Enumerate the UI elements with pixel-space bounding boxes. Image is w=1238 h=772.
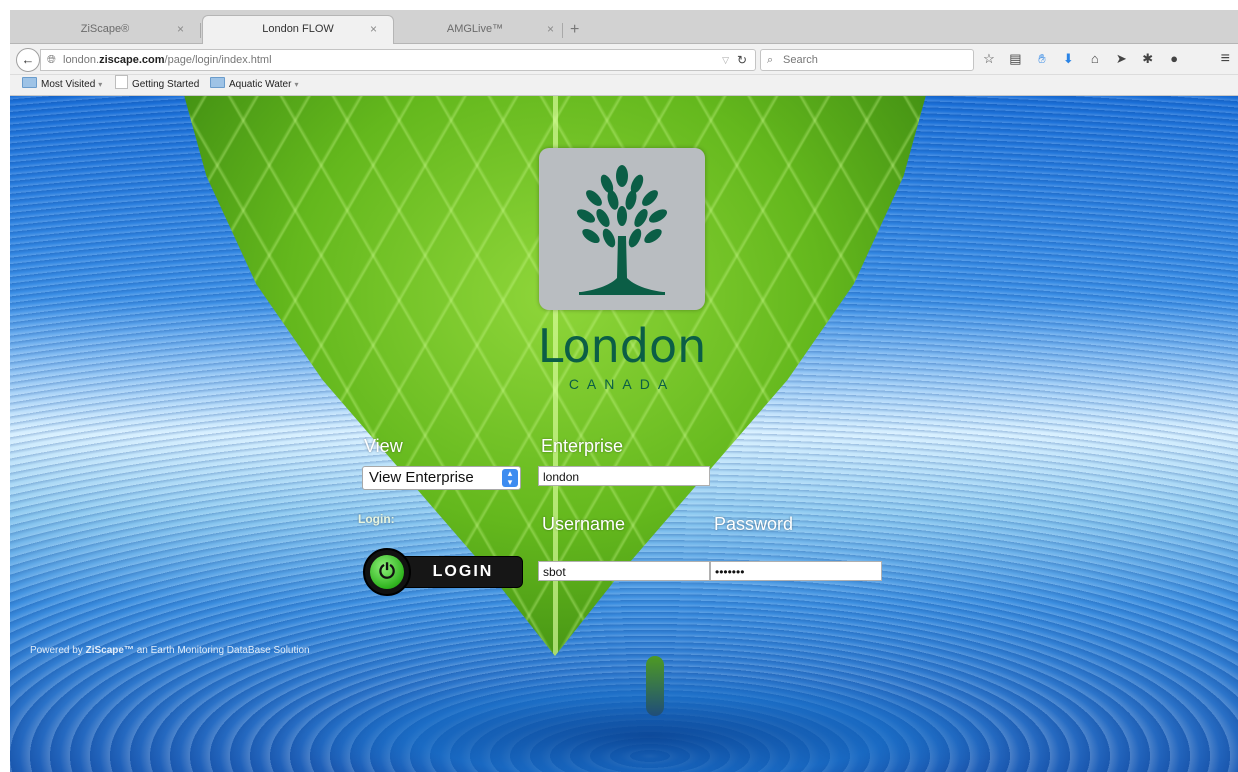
city-name: London xyxy=(537,319,707,373)
close-icon[interactable]: × xyxy=(547,16,554,43)
bookmark-getting-started[interactable]: Getting Started xyxy=(115,75,199,95)
back-button[interactable]: ← xyxy=(16,48,40,72)
power-icon-ring: ⏻︎ xyxy=(363,548,411,596)
reading-list-icon[interactable]: ▤ xyxy=(1004,49,1026,69)
history-dropdown-icon[interactable]: ▽ xyxy=(722,50,729,70)
chevron-down-icon: ▾ xyxy=(98,80,103,89)
tab-strip: ZiScape® × London FLOW × AMGLive™ × + xyxy=(10,10,1238,45)
bookmark-star-icon[interactable]: ☆ xyxy=(978,49,1000,69)
tree-icon xyxy=(576,165,668,295)
url-text: london.ziscape.com/page/login/index.html xyxy=(63,54,272,66)
hand-icon[interactable]: ✋︎ xyxy=(1031,49,1053,69)
close-icon[interactable]: × xyxy=(177,16,184,43)
username-label: Username xyxy=(542,514,626,534)
reload-icon[interactable]: ↻ xyxy=(737,50,747,70)
bookmarks-toolbar: Most Visited ▾ Getting Started Aquatic Wa… xyxy=(10,75,1238,96)
close-icon[interactable]: × xyxy=(370,16,377,43)
username-input[interactable]: sbot xyxy=(538,561,710,581)
globe-icon: 🌐︎ xyxy=(47,54,56,66)
address-bar[interactable]: 🌐︎ london.ziscape.com/page/login/index.h… xyxy=(40,49,756,71)
powered-by-footer: Powered by ZiScape™ an Earth Monitoring … xyxy=(30,645,310,656)
home-icon[interactable]: ⌂ xyxy=(1084,49,1106,69)
password-label: Password xyxy=(714,514,794,534)
city-subtitle: CANADA xyxy=(568,376,676,392)
powered-brand[interactable]: ZiScape™ xyxy=(86,645,134,656)
bookmark-most-visited[interactable]: Most Visited ▾ xyxy=(22,75,102,95)
login-button-label: LOGIN xyxy=(403,556,523,588)
enterprise-label: Enterprise xyxy=(541,436,624,456)
navigation-bar: ← 🌐︎ london.ziscape.com/page/login/index… xyxy=(10,44,1238,75)
login-caption: Login: xyxy=(358,512,395,526)
tab-label: London FLOW xyxy=(262,23,334,35)
view-label: View xyxy=(364,436,403,456)
tab-divider xyxy=(200,23,201,38)
folder-icon xyxy=(210,77,225,88)
toolbar-icons: ☆ ▤ ✋︎ ⬇︎ ⌂ ➤ ✱ ● xyxy=(978,49,1185,69)
enterprise-input[interactable]: london xyxy=(538,466,710,486)
search-input[interactable]: ⌕ Search xyxy=(760,49,974,71)
extension-icon[interactable]: ✱ xyxy=(1137,49,1159,69)
chat-icon[interactable]: ● xyxy=(1163,49,1185,69)
tab-ziscape[interactable]: ZiScape® × xyxy=(10,16,200,43)
login-page: London CANADA View Enterprise View Enter… xyxy=(10,96,1238,772)
search-placeholder: Search xyxy=(783,54,818,66)
power-icon: ⏻︎ xyxy=(370,555,404,589)
view-select-value: View Enterprise xyxy=(369,469,474,486)
password-input[interactable]: ••••••• xyxy=(710,561,882,581)
folder-icon xyxy=(22,77,37,88)
tab-label: ZiScape® xyxy=(80,23,130,35)
menu-icon[interactable]: ≡ xyxy=(1221,49,1230,69)
updown-arrows-icon: ▴ ▾ xyxy=(502,469,518,487)
arrow-left-icon: ← xyxy=(21,52,35,67)
send-icon[interactable]: ➤ xyxy=(1110,49,1132,69)
login-button[interactable]: LOGIN ⏻︎ xyxy=(363,548,523,596)
tab-divider xyxy=(562,23,563,38)
tab-label: AMGLive™ xyxy=(446,23,504,35)
chevron-down-icon: ▾ xyxy=(294,80,299,89)
tab-amglive[interactable]: AMGLive™ × xyxy=(380,16,570,43)
new-tab-button[interactable]: + xyxy=(570,16,579,43)
download-icon[interactable]: ⬇︎ xyxy=(1057,49,1079,69)
bookmark-aquatic-water[interactable]: Aquatic Water ▾ xyxy=(210,75,298,95)
city-logo xyxy=(539,148,705,310)
search-icon: ⌕ xyxy=(767,54,774,66)
water-drop-image xyxy=(646,656,664,716)
page-icon xyxy=(115,75,128,89)
view-select[interactable]: View Enterprise ▴ ▾ xyxy=(362,466,521,490)
tab-london-flow[interactable]: London FLOW × xyxy=(202,15,394,45)
